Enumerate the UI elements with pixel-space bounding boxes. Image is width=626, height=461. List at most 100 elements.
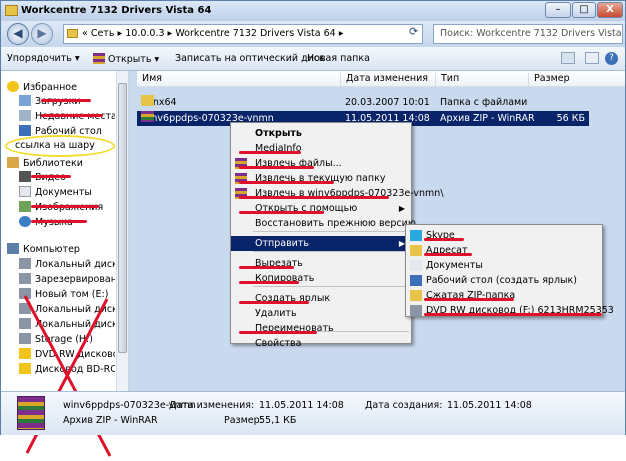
nav-drive[interactable]: Локальный диск ( bbox=[19, 258, 115, 270]
burn-button[interactable]: Записать на оптический диск bbox=[175, 53, 325, 64]
detail-modified-value: 11.05.2011 14:08 bbox=[259, 400, 344, 411]
winrar-icon bbox=[141, 111, 154, 122]
music-icon bbox=[19, 216, 31, 227]
minimize-button[interactable]: – bbox=[545, 2, 571, 18]
view-options-icon[interactable] bbox=[561, 52, 575, 64]
close-button[interactable]: X bbox=[597, 2, 623, 18]
menu-restore-previous[interactable]: Восстановить прежнюю версию bbox=[231, 216, 416, 231]
details-pane: winv6ppdps-070323e-vnmn Архив ZIP - WinR… bbox=[1, 391, 625, 435]
redaction-scribble bbox=[424, 253, 472, 256]
images-icon bbox=[19, 201, 31, 212]
redaction-scribble bbox=[424, 298, 514, 301]
file-row[interactable]: Winx64 20.03.2007 10:01 Папка с файлами bbox=[137, 95, 589, 110]
help-icon[interactable]: ? bbox=[605, 52, 618, 65]
preview-pane-icon[interactable] bbox=[585, 52, 599, 64]
detail-created-value: 11.05.2011 14:08 bbox=[447, 400, 532, 411]
folder-icon bbox=[67, 29, 78, 38]
redaction-scribble bbox=[239, 151, 301, 154]
video-icon bbox=[19, 171, 31, 182]
column-type[interactable]: Тип bbox=[435, 73, 459, 87]
nav-drive[interactable]: Зарезервировано bbox=[19, 273, 115, 285]
back-button[interactable]: ◀ bbox=[7, 23, 29, 45]
cross-out-mark bbox=[23, 295, 112, 457]
documents-icon bbox=[410, 260, 422, 271]
context-menu: Открыть MediaInfo Извлечь файлы... Извлечь … bbox=[230, 122, 444, 349]
redaction-scribble bbox=[239, 331, 317, 334]
nav-libraries[interactable]: Библиотеки bbox=[7, 157, 103, 169]
column-modified[interactable]: Дата изменения bbox=[340, 73, 428, 87]
open-button[interactable]: Открыть ▾ bbox=[93, 53, 159, 65]
file-type: Папка с файлами bbox=[440, 97, 528, 108]
share-link-annotation: ссылка на шару bbox=[5, 135, 115, 157]
dvd-drive-icon bbox=[410, 305, 422, 316]
address-path: « Сеть ▸ 10.0.0.3 ▸ Workcentre 7132 Driv… bbox=[82, 28, 344, 39]
menu-item-label: Восстановить прежнюю версию bbox=[255, 218, 416, 229]
nav-computer[interactable]: Компьютер bbox=[7, 243, 103, 255]
detail-size-value: 55,1 КБ bbox=[259, 415, 297, 426]
drive-icon bbox=[19, 258, 31, 269]
nav-label: Зарезервировано bbox=[35, 274, 115, 285]
forward-button[interactable]: ▶ bbox=[31, 23, 53, 45]
nav-favorites[interactable]: Избранное bbox=[7, 81, 103, 93]
redaction-scribble bbox=[31, 220, 87, 223]
new-folder-button[interactable]: Новая папка bbox=[307, 53, 370, 64]
redaction-scribble bbox=[41, 99, 91, 102]
nav-scrollbar[interactable] bbox=[116, 71, 128, 391]
navigation-pane: Избранное Загрузки Недавние места Рабочи… bbox=[1, 71, 129, 457]
menu-item-label: Рабочий стол (создать ярлык) bbox=[426, 275, 577, 286]
star-icon bbox=[7, 81, 19, 92]
redaction-scribble bbox=[424, 313, 602, 316]
redaction-scribble bbox=[41, 114, 103, 117]
menu-open[interactable]: Открыть bbox=[231, 126, 411, 141]
organize-button[interactable]: Упорядочить ▾ bbox=[7, 53, 80, 64]
library-icon bbox=[7, 157, 19, 168]
redaction-scribble bbox=[31, 205, 99, 208]
menu-item-label: Открыть bbox=[255, 128, 302, 139]
address-row: ◀ ▶ « Сеть ▸ 10.0.0.3 ▸ Workcentre 7132 … bbox=[1, 21, 625, 55]
menu-separator bbox=[253, 251, 409, 252]
desktop-icon bbox=[410, 275, 422, 286]
menu-delete[interactable]: Удалить bbox=[231, 306, 411, 321]
drive-icon bbox=[19, 273, 31, 284]
redaction-scribble bbox=[239, 181, 334, 184]
folder-icon bbox=[141, 95, 154, 106]
redaction-scribble bbox=[239, 301, 309, 304]
nav-label: Библиотеки bbox=[23, 158, 83, 169]
detail-modified-label: Дата изменения: bbox=[169, 400, 255, 411]
menu-properties[interactable]: Свойства bbox=[231, 336, 411, 351]
title-bar[interactable]: Workcentre 7132 Drivers Vista 64 – □ X bbox=[1, 1, 625, 21]
sendto-documents[interactable]: Документы bbox=[406, 258, 602, 273]
file-size: 56 КБ bbox=[556, 113, 585, 124]
refresh-icon[interactable]: ⟳ bbox=[409, 25, 418, 38]
nav-label: Локальный диск ( bbox=[35, 259, 115, 270]
redaction-scribble bbox=[424, 238, 464, 241]
redaction-scribble bbox=[239, 166, 314, 169]
column-size[interactable]: Размер bbox=[528, 73, 570, 87]
menu-item-label: Документы bbox=[426, 260, 483, 271]
recent-places-icon bbox=[19, 110, 31, 121]
sendto-desktop-shortcut[interactable]: Рабочий стол (создать ярлык) bbox=[406, 273, 602, 288]
computer-icon bbox=[7, 243, 19, 254]
redaction-scribble bbox=[239, 281, 299, 284]
address-bar[interactable]: « Сеть ▸ 10.0.0.3 ▸ Workcentre 7132 Driv… bbox=[63, 24, 423, 44]
search-input[interactable]: Поиск: Workcentre 7132 Drivers Vista 64 bbox=[433, 24, 623, 44]
nav-documents[interactable]: Документы bbox=[19, 186, 115, 198]
chevron-right-icon: ▶ bbox=[398, 204, 405, 213]
documents-icon bbox=[19, 186, 31, 197]
file-name: Winx64 bbox=[141, 95, 177, 110]
menu-item-label: Свойства bbox=[255, 338, 302, 349]
menu-item-label: Удалить bbox=[255, 308, 297, 319]
menu-send-to[interactable]: Отправить ▶ bbox=[231, 236, 411, 251]
desktop-icon bbox=[19, 125, 31, 136]
folder-icon bbox=[5, 5, 18, 16]
scroll-thumb[interactable] bbox=[118, 83, 127, 353]
menu-separator bbox=[253, 286, 409, 287]
winrar-archive-icon bbox=[17, 396, 45, 430]
detail-size-label: Размер: bbox=[224, 415, 263, 426]
maximize-button[interactable]: □ bbox=[572, 2, 596, 18]
nav-label: Документы bbox=[35, 187, 92, 198]
column-name[interactable]: Имя bbox=[137, 73, 162, 87]
window-title: Workcentre 7132 Drivers Vista 64 bbox=[21, 5, 212, 16]
command-toolbar: Упорядочить ▾ Открыть ▾ Записать на опти… bbox=[1, 47, 625, 71]
nav-label: Компьютер bbox=[23, 244, 80, 255]
